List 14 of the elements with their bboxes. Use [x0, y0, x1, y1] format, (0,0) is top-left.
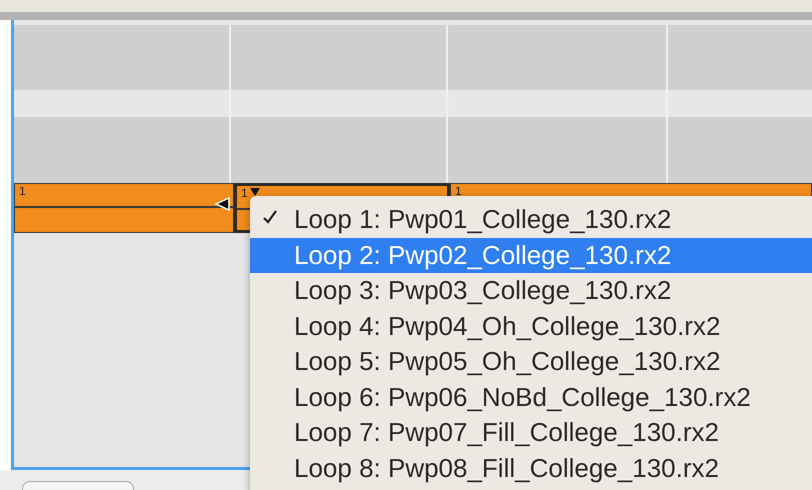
menu-item[interactable]: Loop 7: Pwp07_Fill_College_130.rx2 — [250, 415, 812, 450]
menu-item[interactable]: Loop 3: Pwp03_College_130.rx2 — [250, 273, 812, 308]
menu-item[interactable]: Loop 8: Pwp08_Fill_College_130.rx2 — [250, 450, 812, 486]
menu-item[interactable]: Loop 2: Pwp02_College_130.rx2 — [250, 238, 812, 273]
menu-item[interactable]: Loop 4: Pwp04_Oh_College_130.rx2 — [250, 308, 812, 344]
audio-clip[interactable]: 1 — [14, 183, 234, 233]
clip-label: 1 — [241, 186, 248, 200]
menu-item[interactable]: Loop 5: Pwp05_Oh_College_130.rx2 — [250, 344, 812, 380]
clip-label: 1 — [455, 184, 462, 198]
menu-item[interactable]: Loop 1: Pwp01_College_130.rx2 — [250, 202, 812, 238]
scrollbar-thumb[interactable] — [22, 481, 134, 490]
menu-item[interactable]: Loop 6: Pwp06_NoBd_College_130.rx2 — [250, 380, 812, 415]
clip-label: 1 — [19, 184, 26, 198]
resize-handle-icon[interactable] — [215, 197, 231, 211]
